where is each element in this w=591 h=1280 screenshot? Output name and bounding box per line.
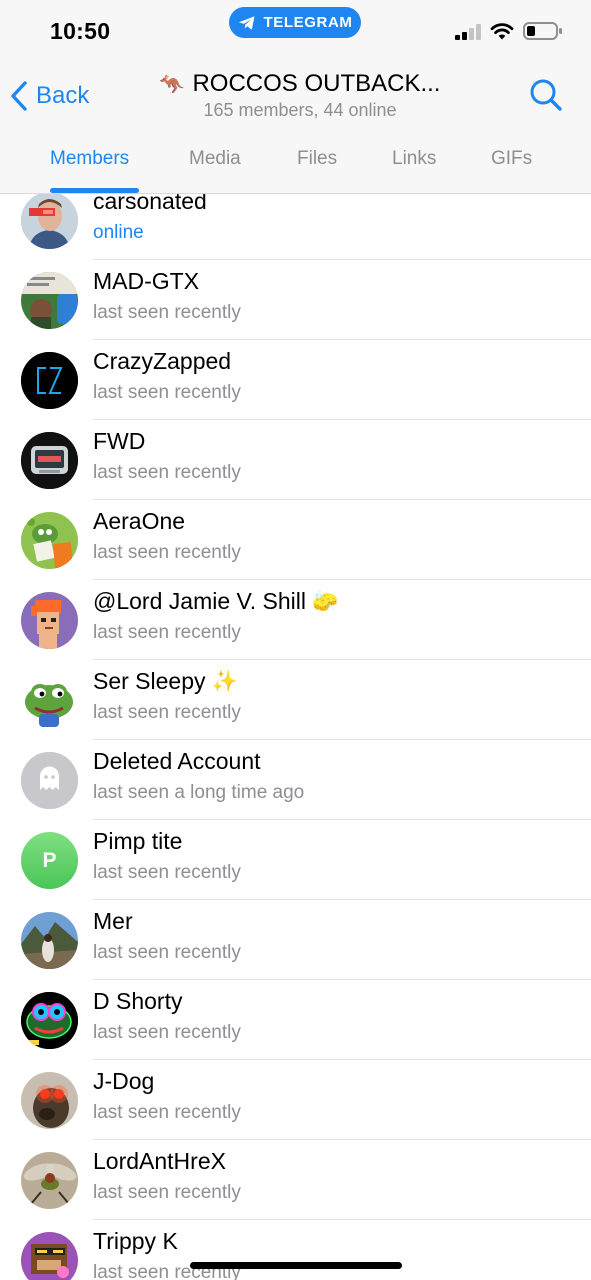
avatar [21, 752, 78, 809]
member-status: last seen recently [93, 942, 241, 963]
avatar: P [21, 832, 78, 889]
telegram-icon [238, 15, 255, 30]
avatar [21, 1232, 78, 1280]
avatar-initial: P [42, 848, 57, 872]
group-title: ROCCOS OUTBACK... [192, 70, 441, 97]
member-row[interactable]: Deleted Account last seen a long time ag… [0, 740, 591, 820]
avatar [21, 512, 78, 569]
member-row[interactable]: J-Dog last seen recently [0, 1060, 591, 1140]
tab-gifs[interactable]: GIFs [491, 148, 532, 170]
active-tab-indicator [50, 188, 139, 193]
member-name: Mer [93, 908, 133, 934]
group-title-block[interactable]: 🦘 ROCCOS OUTBACK... 165 members, 44 onli… [150, 70, 450, 121]
member-row[interactable]: LordAntHreX last seen recently [0, 1140, 591, 1220]
member-name: Trippy K [93, 1228, 178, 1254]
member-name: AeraOne [93, 508, 186, 534]
status-time: 10:50 [50, 18, 111, 44]
avatar [21, 194, 78, 249]
member-row[interactable]: Trippy K last seen recently [0, 1220, 591, 1280]
telegram-pill-label: TELEGRAM [263, 14, 353, 31]
member-status: last seen recently [93, 542, 241, 563]
battery-icon [523, 22, 562, 40]
tab-media[interactable]: Media [189, 148, 241, 170]
member-row[interactable]: CrazyZapped last seen recently [0, 340, 591, 420]
member-row[interactable]: Ser Sleepy ✨ last seen recently [0, 660, 591, 740]
chat-info-header: Back 🦘 ROCCOS OUTBACK... 165 members, 44… [0, 62, 591, 132]
avatar [21, 992, 78, 1049]
member-name: CrazyZapped [93, 348, 232, 374]
member-name: carsonated [93, 194, 207, 214]
member-status: last seen recently [93, 302, 241, 323]
member-status: last seen a long time ago [93, 782, 305, 803]
media-tabs: Members Media Files Links GIFs [0, 132, 591, 194]
tab-links[interactable]: Links [392, 148, 436, 170]
member-status: last seen recently [93, 1182, 241, 1203]
member-row[interactable]: D Shorty last seen recently [0, 980, 591, 1060]
member-status: last seen recently [93, 382, 241, 403]
chevron-left-icon [11, 81, 27, 111]
sparkles-emoji: ✨ [211, 669, 238, 693]
member-row[interactable]: AeraOne last seen recently [0, 500, 591, 580]
avatar [21, 672, 78, 729]
member-status: last seen recently [93, 1022, 241, 1043]
member-list[interactable]: carsonated online MAD-GTX last seen rece… [0, 194, 591, 1280]
member-name: Pimp tite [93, 828, 183, 854]
member-name: @Lord Jamie V. Shill 🧽 [93, 588, 339, 614]
member-status: last seen recently [93, 1102, 241, 1123]
member-row[interactable]: MAD-GTX last seen recently [0, 260, 591, 340]
avatar [21, 1072, 78, 1129]
avatar [21, 432, 78, 489]
tab-files[interactable]: Files [297, 148, 337, 170]
member-row[interactable]: P Pimp tite last seen recently [0, 820, 591, 900]
member-name: FWD [93, 428, 146, 454]
telegram-return-pill[interactable]: TELEGRAM [229, 7, 361, 38]
avatar [21, 352, 78, 409]
back-button-label: Back [36, 82, 90, 109]
member-status: online [93, 222, 144, 243]
status-bar: 10:50 TELEGRAM [0, 0, 591, 62]
avatar [21, 272, 78, 329]
member-name: J-Dog [93, 1068, 155, 1094]
member-name: LordAntHreX [93, 1148, 226, 1174]
member-row[interactable]: FWD last seen recently [0, 420, 591, 500]
member-name: Ser Sleepy ✨ [93, 668, 238, 694]
kangaroo-emoji: 🦘 [159, 73, 185, 96]
sponge-emoji: 🧽 [312, 589, 339, 613]
member-row[interactable]: @Lord Jamie V. Shill 🧽 last seen recently [0, 580, 591, 660]
search-button[interactable] [528, 77, 564, 113]
avatar [21, 1152, 78, 1209]
home-indicator[interactable] [190, 1262, 402, 1269]
member-status: last seen recently [93, 462, 241, 483]
group-member-count: 165 members, 44 online [203, 100, 397, 120]
member-status: last seen recently [93, 702, 241, 723]
tab-members[interactable]: Members [50, 148, 129, 170]
wifi-icon [490, 23, 514, 40]
cellular-signal-icon [455, 24, 481, 40]
member-row[interactable]: carsonated online [0, 194, 591, 260]
member-status: last seen recently [93, 622, 241, 643]
ghost-icon [21, 752, 78, 809]
member-name: MAD-GTX [93, 268, 200, 294]
avatar [21, 912, 78, 969]
member-status: last seen recently [93, 862, 241, 883]
member-row[interactable]: Mer last seen recently [0, 900, 591, 980]
back-button[interactable]: Back [10, 76, 89, 116]
avatar [21, 592, 78, 649]
search-icon [530, 79, 562, 111]
member-name: Deleted Account [93, 748, 261, 774]
member-name: D Shorty [93, 988, 183, 1014]
